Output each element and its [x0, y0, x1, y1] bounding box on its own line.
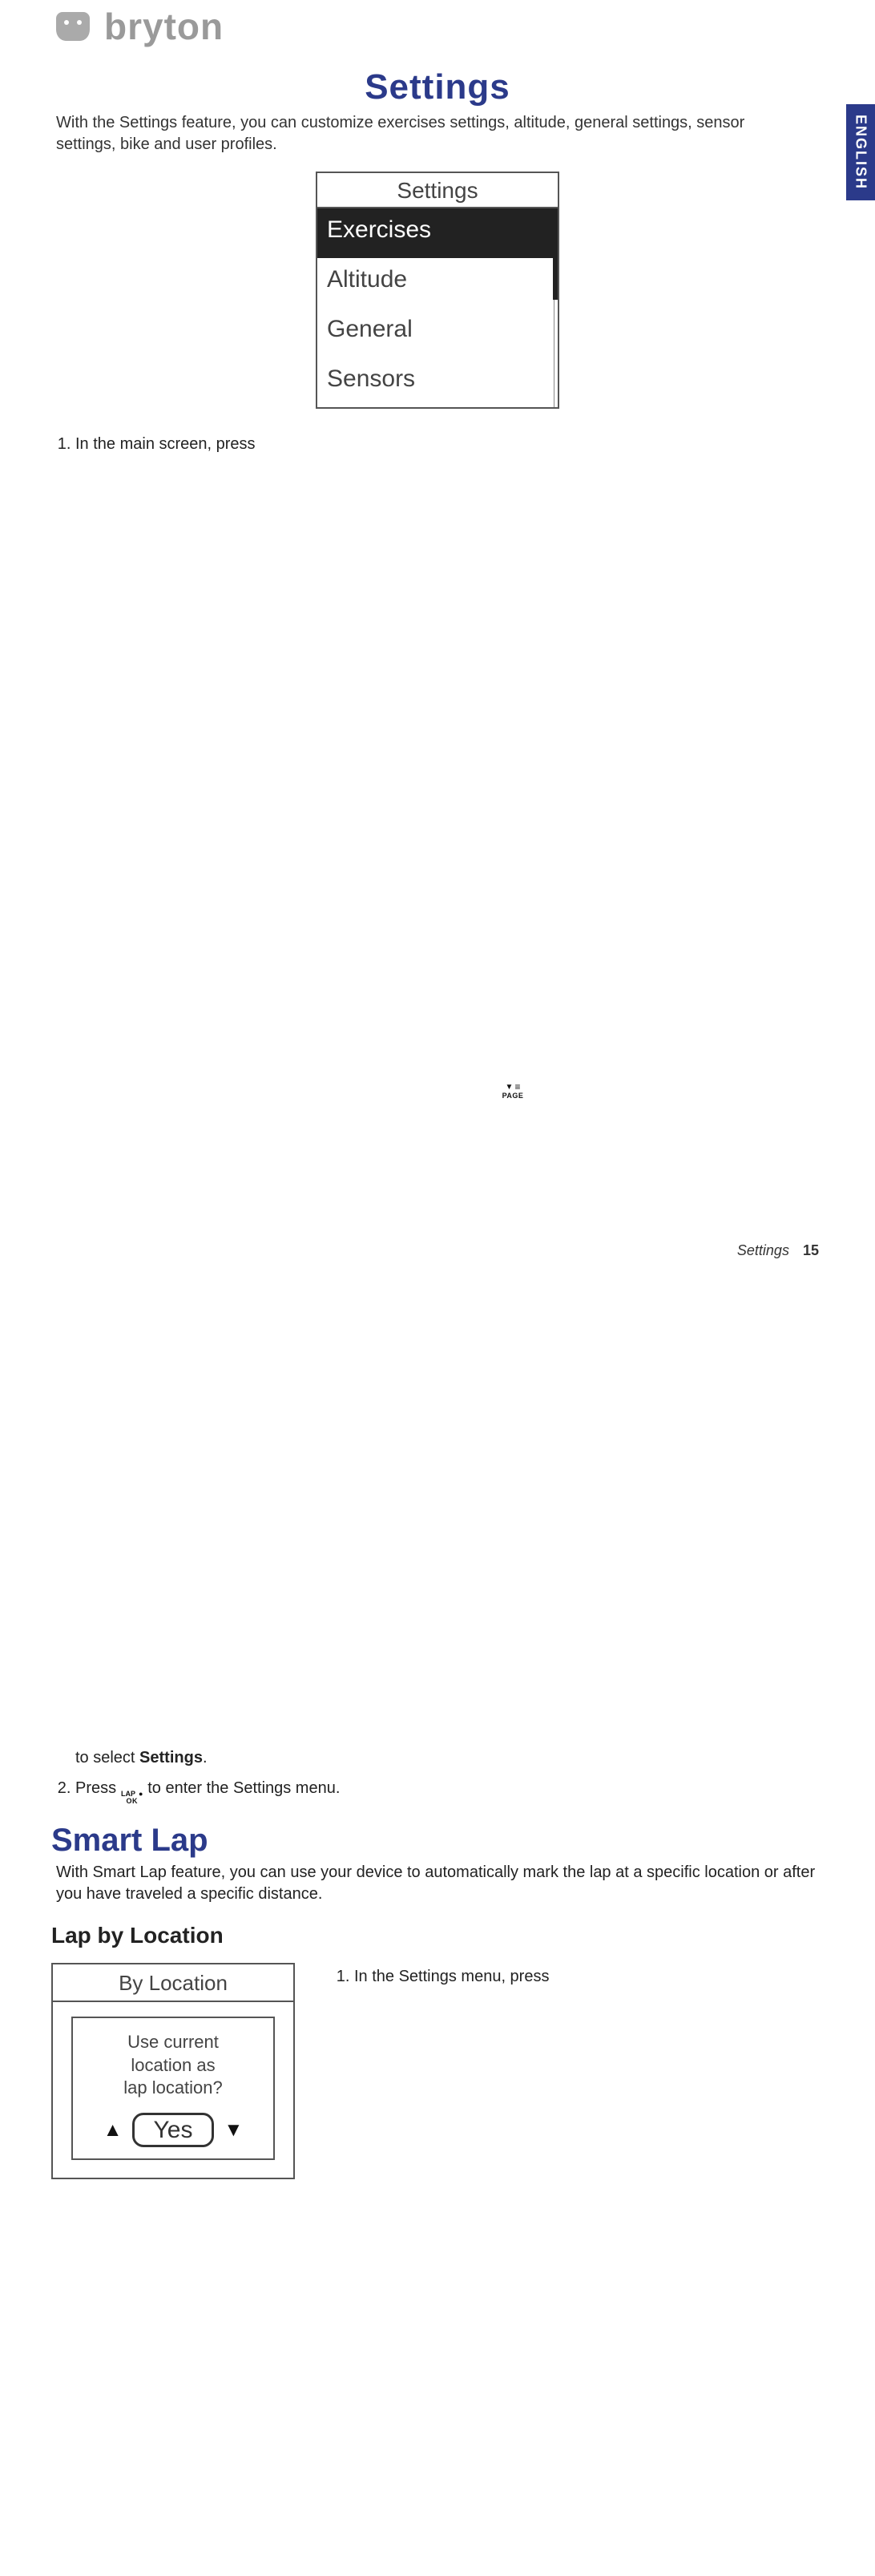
header: bryton	[56, 5, 819, 48]
text: Use current	[127, 2032, 219, 2052]
text: to enter the Settings menu.	[147, 1779, 340, 1797]
page-button-icon: PAGE	[354, 1990, 875, 2576]
menu-item-sensors[interactable]: Sensors	[317, 357, 558, 407]
text: In the Settings menu, press	[354, 1968, 549, 1985]
page-title: Settings	[56, 67, 819, 107]
confirm-dialog: Use current location as lap location? ▲ …	[71, 2017, 275, 2160]
menu-item-exercises[interactable]: Exercises	[317, 208, 558, 258]
page: bryton ENGLISH Settings With the Setting…	[0, 0, 875, 1288]
text: .	[203, 1749, 208, 1766]
down-arrow-icon[interactable]: ▼	[224, 2119, 243, 2142]
yes-selector: ▲ Yes ▼	[81, 2113, 265, 2148]
smart-lap-heading: Smart Lap	[51, 1823, 819, 1859]
settings-screen: Settings Exercises Altitude General Sens…	[316, 172, 559, 409]
smart-lap-desc: With Smart Lap feature, you can use your…	[56, 1862, 819, 1905]
yes-button[interactable]: Yes	[132, 2113, 215, 2148]
up-arrow-icon[interactable]: ▲	[103, 2119, 123, 2142]
lap-by-location-heading: Lap by Location	[51, 1923, 819, 1948]
settings-scrollbar[interactable]	[551, 212, 558, 407]
text: to select	[75, 1749, 139, 1766]
text: In the main screen, press	[75, 435, 256, 453]
footer-section: Settings	[737, 1242, 789, 1258]
brand-logo-icon	[56, 12, 90, 41]
text: location as	[131, 2055, 215, 2075]
lap-step-1: In the Settings menu, press PAGE to sele…	[354, 1963, 875, 2576]
brand-name: bryton	[104, 5, 224, 48]
page-button-icon: PAGE	[75, 457, 875, 1745]
scrollbar-thumb[interactable]	[553, 212, 558, 300]
text: lap location?	[123, 2077, 223, 2098]
text: Press	[75, 1779, 121, 1797]
settings-steps: In the main screen, press PAGE to select…	[56, 431, 819, 1805]
by-location-title: By Location	[53, 1964, 293, 2002]
lap-steps: In the Settings menu, press PAGE to sele…	[335, 1963, 875, 2576]
language-tab: ENGLISH	[846, 104, 875, 200]
footer-page: 15	[803, 1242, 819, 1258]
settings-screen-title: Settings	[317, 173, 558, 208]
settings-step-1: In the main screen, press PAGE to select…	[75, 431, 819, 1770]
settings-menu: Exercises Altitude General Sensors	[317, 208, 558, 407]
confirm-question: Use current location as lap location?	[81, 2031, 265, 2100]
settings-step-2: Press OK to enter the Settings menu.	[75, 1775, 819, 1805]
intro-text: With the Settings feature, you can custo…	[56, 112, 793, 155]
lap-section: By Location Use current location as lap …	[56, 1963, 819, 2576]
ok-button-icon: OK	[121, 1791, 143, 1805]
by-location-body: Use current location as lap location? ▲ …	[53, 2002, 293, 2178]
menu-item-general[interactable]: General	[317, 308, 558, 357]
by-location-screen: By Location Use current location as lap …	[51, 1963, 295, 2179]
footer: Settings 15	[737, 1242, 819, 1259]
bold-target: Settings	[139, 1749, 203, 1766]
menu-item-altitude[interactable]: Altitude	[317, 258, 558, 308]
